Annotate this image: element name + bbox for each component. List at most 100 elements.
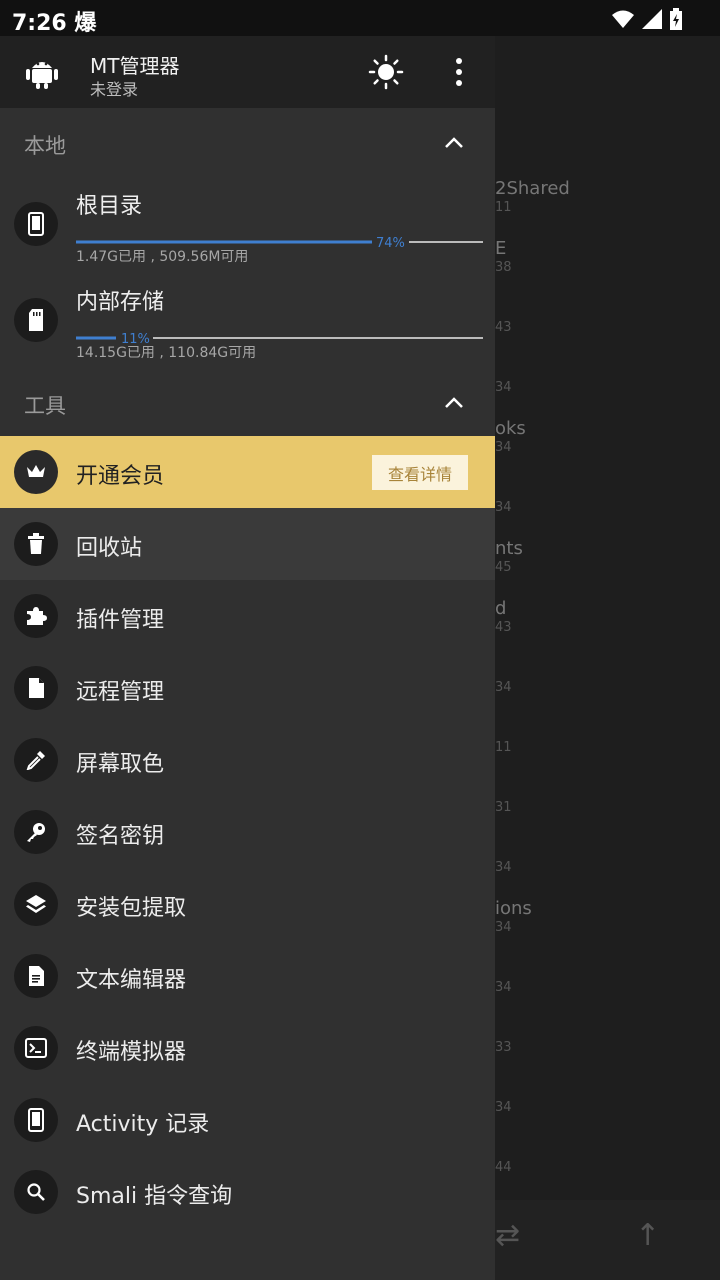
background-list-item: 34: [495, 478, 720, 538]
tool-item-apk-extract[interactable]: 安装包提取: [0, 868, 495, 940]
login-status[interactable]: 未登录: [90, 76, 138, 100]
background-item-sub: 31: [495, 800, 512, 815]
background-list-item: d 43: [495, 598, 720, 658]
puzzle-icon: [14, 594, 58, 638]
background-list-item: 11: [495, 718, 720, 778]
background-item-sub: 43: [495, 320, 512, 335]
up-arrow-icon: ↑: [635, 1218, 661, 1253]
trash-icon: [14, 522, 58, 566]
eyedropper-icon: [14, 738, 58, 782]
tool-label: 屏幕取色: [76, 752, 165, 777]
terminal-icon: [14, 1026, 58, 1070]
search-icon: [14, 1170, 58, 1214]
vip-item[interactable]: 开通会员 查看详情: [0, 436, 495, 508]
storage-info: 1.47G已用 , 509.56M可用: [76, 249, 249, 265]
app-title: MT管理器: [90, 54, 180, 78]
background-item-sub: 43: [495, 620, 512, 635]
tool-item-smali-lookup[interactable]: Smali 指令查询: [0, 1156, 495, 1228]
tool-label: 插件管理: [76, 608, 165, 633]
storage-name: 根目录: [76, 194, 143, 219]
background-list-item: oks 34: [495, 418, 720, 478]
background-item-sub: 38: [495, 260, 512, 275]
background-item-title: nts: [495, 538, 523, 559]
chevron-up-icon[interactable]: [442, 132, 466, 152]
tool-item-plugins[interactable]: 插件管理: [0, 580, 495, 652]
file-icon: [14, 666, 58, 710]
tool-item-terminal[interactable]: 终端模拟器: [0, 1012, 495, 1084]
crown-icon: [14, 450, 58, 494]
background-item-title: E: [495, 238, 507, 259]
background-item-title: 2Shared: [495, 178, 570, 199]
background-list-item: 34: [495, 1078, 720, 1138]
background-item-sub: 34: [495, 500, 512, 515]
background-item-sub: 34: [495, 380, 512, 395]
signal-icon: [642, 9, 662, 29]
navigation-drawer: MT管理器 未登录 本地 根目录 74% 1.47G已用 , 509.56M可用…: [0, 36, 495, 1280]
tool-item-color-picker[interactable]: 屏幕取色: [0, 724, 495, 796]
view-details-button[interactable]: 查看详情: [372, 455, 468, 490]
background-list-item: ions 34: [495, 898, 720, 958]
background-list-item: 44: [495, 1138, 720, 1198]
background-item-sub: 34: [495, 860, 512, 875]
background-item-sub: 11: [495, 740, 512, 755]
section-tools[interactable]: 工具: [0, 368, 495, 436]
tool-label: 签名密钥: [76, 824, 165, 849]
background-item-sub: 44: [495, 1160, 512, 1175]
background-list-item: 34: [495, 838, 720, 898]
background-list-item: 2Shared 11: [495, 178, 720, 238]
background-list-item: 31: [495, 778, 720, 838]
background-list-item: 34: [495, 958, 720, 1018]
tool-item-signing-keys[interactable]: 签名密钥: [0, 796, 495, 868]
background-list-item: 34: [495, 358, 720, 418]
background-item-sub: 34: [495, 1100, 512, 1115]
background-item-sub: 33: [495, 1040, 512, 1055]
tool-item-recycle-bin[interactable]: 回收站: [0, 508, 495, 580]
tool-label: Activity 记录: [76, 1112, 210, 1137]
background-item-sub: 34: [495, 920, 512, 935]
layers-icon: [14, 882, 58, 926]
vip-label: 开通会员: [76, 464, 165, 489]
storage-root[interactable]: 根目录 74% 1.47G已用 , 509.56M可用: [0, 176, 495, 272]
sd-card-icon: [14, 298, 58, 342]
background-file-list: 2Shared 11 E 38 43 34 oks 34 34 nts 45 d 43 34 11 31 34 i…: [495, 108, 720, 1200]
status-bar: 7:26 爆: [0, 0, 720, 36]
more-vert-icon[interactable]: [448, 56, 470, 88]
storage-usage-percent: 74%: [376, 236, 405, 251]
background-list-item: 34: [495, 658, 720, 718]
phone-icon: [14, 1098, 58, 1142]
background-list-item: nts 45: [495, 538, 720, 598]
tool-label: 远程管理: [76, 680, 165, 705]
chevron-up-icon[interactable]: [442, 392, 466, 412]
brightness-icon[interactable]: [368, 54, 404, 90]
background-item-sub: 45: [495, 560, 512, 575]
background-item-title: ions: [495, 898, 532, 919]
tool-label: Smali 指令查询: [76, 1184, 233, 1209]
tool-item-activity-log[interactable]: Activity 记录: [0, 1084, 495, 1156]
background-list-item: 43: [495, 298, 720, 358]
section-local[interactable]: 本地: [0, 108, 495, 176]
wifi-icon: [612, 10, 634, 28]
phone-icon: [14, 202, 58, 246]
drawer-header: MT管理器 未登录: [0, 36, 495, 108]
status-time: 7:26 爆: [12, 11, 97, 36]
tool-label: 文本编辑器: [76, 968, 187, 993]
background-list-item: 33: [495, 1018, 720, 1078]
document-icon: [14, 954, 58, 998]
storage-info: 14.15G已用 , 110.84G可用: [76, 345, 257, 361]
background-item-sub: 11: [495, 200, 512, 215]
background-item-title: d: [495, 598, 507, 619]
storage-name: 内部存储: [76, 290, 165, 315]
tool-item-text-editor[interactable]: 文本编辑器: [0, 940, 495, 1012]
swap-arrows-icon: ⇄: [495, 1218, 521, 1253]
tool-label: 终端模拟器: [76, 1040, 187, 1065]
storage-internal[interactable]: 内部存储 11% 14.15G已用 , 110.84G可用: [0, 272, 495, 368]
tool-label: 回收站: [76, 536, 143, 561]
key-icon: [14, 810, 58, 854]
tool-item-remote[interactable]: 远程管理: [0, 652, 495, 724]
background-bottom-bar: ⇄ ↑: [495, 1200, 720, 1280]
tool-label: 安装包提取: [76, 896, 187, 921]
section-tools-label: 工具: [24, 394, 66, 418]
android-icon: [26, 62, 58, 89]
background-item-sub: 34: [495, 440, 512, 455]
background-item-title: oks: [495, 418, 526, 439]
